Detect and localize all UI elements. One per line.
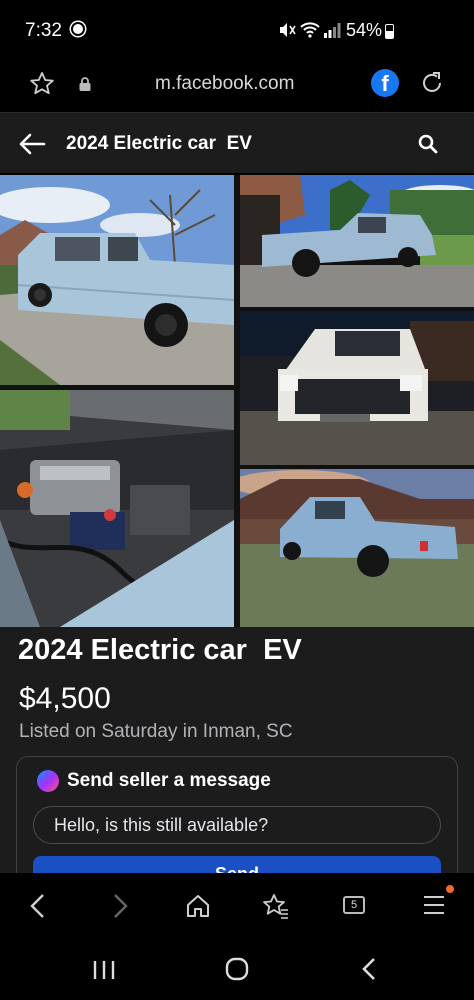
facebook-logo-icon[interactable]: f xyxy=(371,69,399,97)
message-seller-label: Send seller a message xyxy=(67,770,271,791)
lock-icon xyxy=(79,77,91,91)
listing-title: 2024 Electric car EV xyxy=(18,634,302,666)
photo-gallery xyxy=(0,175,474,627)
browser-toolbar xyxy=(0,873,474,941)
listing-photo-2[interactable] xyxy=(240,175,474,307)
reload-icon[interactable] xyxy=(419,70,445,96)
system-back-icon[interactable] xyxy=(360,957,378,981)
back-icon[interactable] xyxy=(28,893,48,919)
search-icon[interactable] xyxy=(418,134,438,154)
notification-dot xyxy=(446,885,454,893)
listing-photo-3[interactable] xyxy=(240,311,474,465)
bookmarks-icon[interactable] xyxy=(262,892,290,920)
recent-apps-icon[interactable] xyxy=(92,959,116,981)
signal-icon xyxy=(324,23,341,38)
battery-percentage: 54% xyxy=(346,20,383,40)
brightness-icon xyxy=(73,24,83,34)
listing-photo-4[interactable] xyxy=(0,390,234,627)
system-nav-bar xyxy=(0,941,474,1000)
listing-photo-5[interactable] xyxy=(240,469,474,627)
status-bar: 7:32 54% xyxy=(0,0,474,60)
messenger-icon xyxy=(37,770,59,792)
bookmark-star-icon[interactable] xyxy=(28,70,56,98)
forward-icon[interactable] xyxy=(110,893,130,919)
wifi-icon xyxy=(300,22,320,38)
tabs-icon[interactable]: 5 xyxy=(343,896,365,914)
battery-icon xyxy=(385,24,394,39)
mute-icon xyxy=(280,23,296,37)
listing-price: $4,500 xyxy=(19,682,111,715)
page-title: 2024 Electric car EV xyxy=(66,133,252,154)
listing-meta: Listed on Saturday in Inman, SC xyxy=(19,721,293,742)
home-icon[interactable] xyxy=(185,893,211,919)
url-text[interactable]: m.facebook.com xyxy=(155,73,294,95)
message-input[interactable]: Hello, is this still available? xyxy=(33,806,441,844)
status-time: 7:32 xyxy=(25,20,62,41)
home-button-icon[interactable] xyxy=(225,957,249,981)
listing-photo-1[interactable] xyxy=(0,175,234,385)
menu-icon[interactable] xyxy=(423,895,445,915)
back-arrow-icon[interactable] xyxy=(18,133,46,155)
